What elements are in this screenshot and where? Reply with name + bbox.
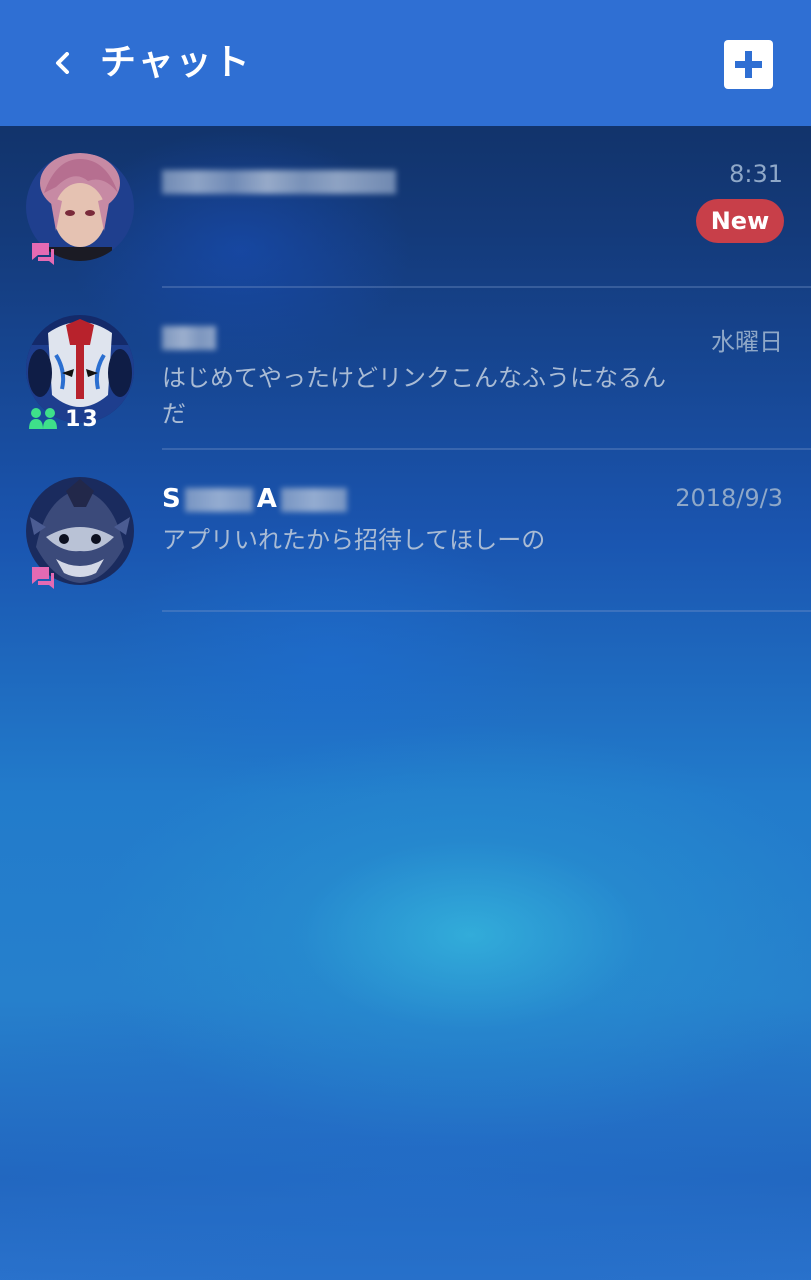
member-count: 13 <box>65 407 100 432</box>
chat-name-redacted <box>280 487 347 512</box>
chat-bubble-icon <box>30 565 56 591</box>
group-icon <box>29 407 57 429</box>
page-title: チャット <box>100 42 252 83</box>
chat-preview: はじめてやったけどリンクこんなふうになるんだ <box>162 364 666 428</box>
chat-preview: アプリいれたから招待してほしーの <box>162 526 546 554</box>
chat-name-second: A <box>256 484 277 514</box>
plus-icon <box>735 51 762 78</box>
chat-row[interactable]: 8:31 New <box>0 126 811 288</box>
chat-row[interactable]: 13 水曜日 はじめてやったけどリンクこんなふうになるんだ <box>0 288 811 450</box>
chat-name: SA <box>162 484 347 514</box>
chat-time: 8:31 <box>729 160 783 188</box>
divider <box>162 610 811 612</box>
new-badge: New <box>696 199 784 243</box>
chat-time: 2018/9/3 <box>675 484 783 512</box>
chat-name-first: S <box>162 484 181 514</box>
chat-name-redacted <box>184 487 253 512</box>
member-count-badge: 13 <box>28 406 100 432</box>
chat-name-redacted <box>162 326 216 350</box>
app-header: チャット <box>0 0 811 126</box>
chat-name-redacted <box>162 170 396 194</box>
add-chat-button[interactable] <box>724 40 773 89</box>
chat-row[interactable]: SA 2018/9/3 アプリいれたから招待してほしーの <box>0 450 811 612</box>
chat-time: 水曜日 <box>711 328 783 356</box>
chat-bubble-icon <box>30 241 56 267</box>
chevron-left-icon[interactable] <box>52 52 74 74</box>
